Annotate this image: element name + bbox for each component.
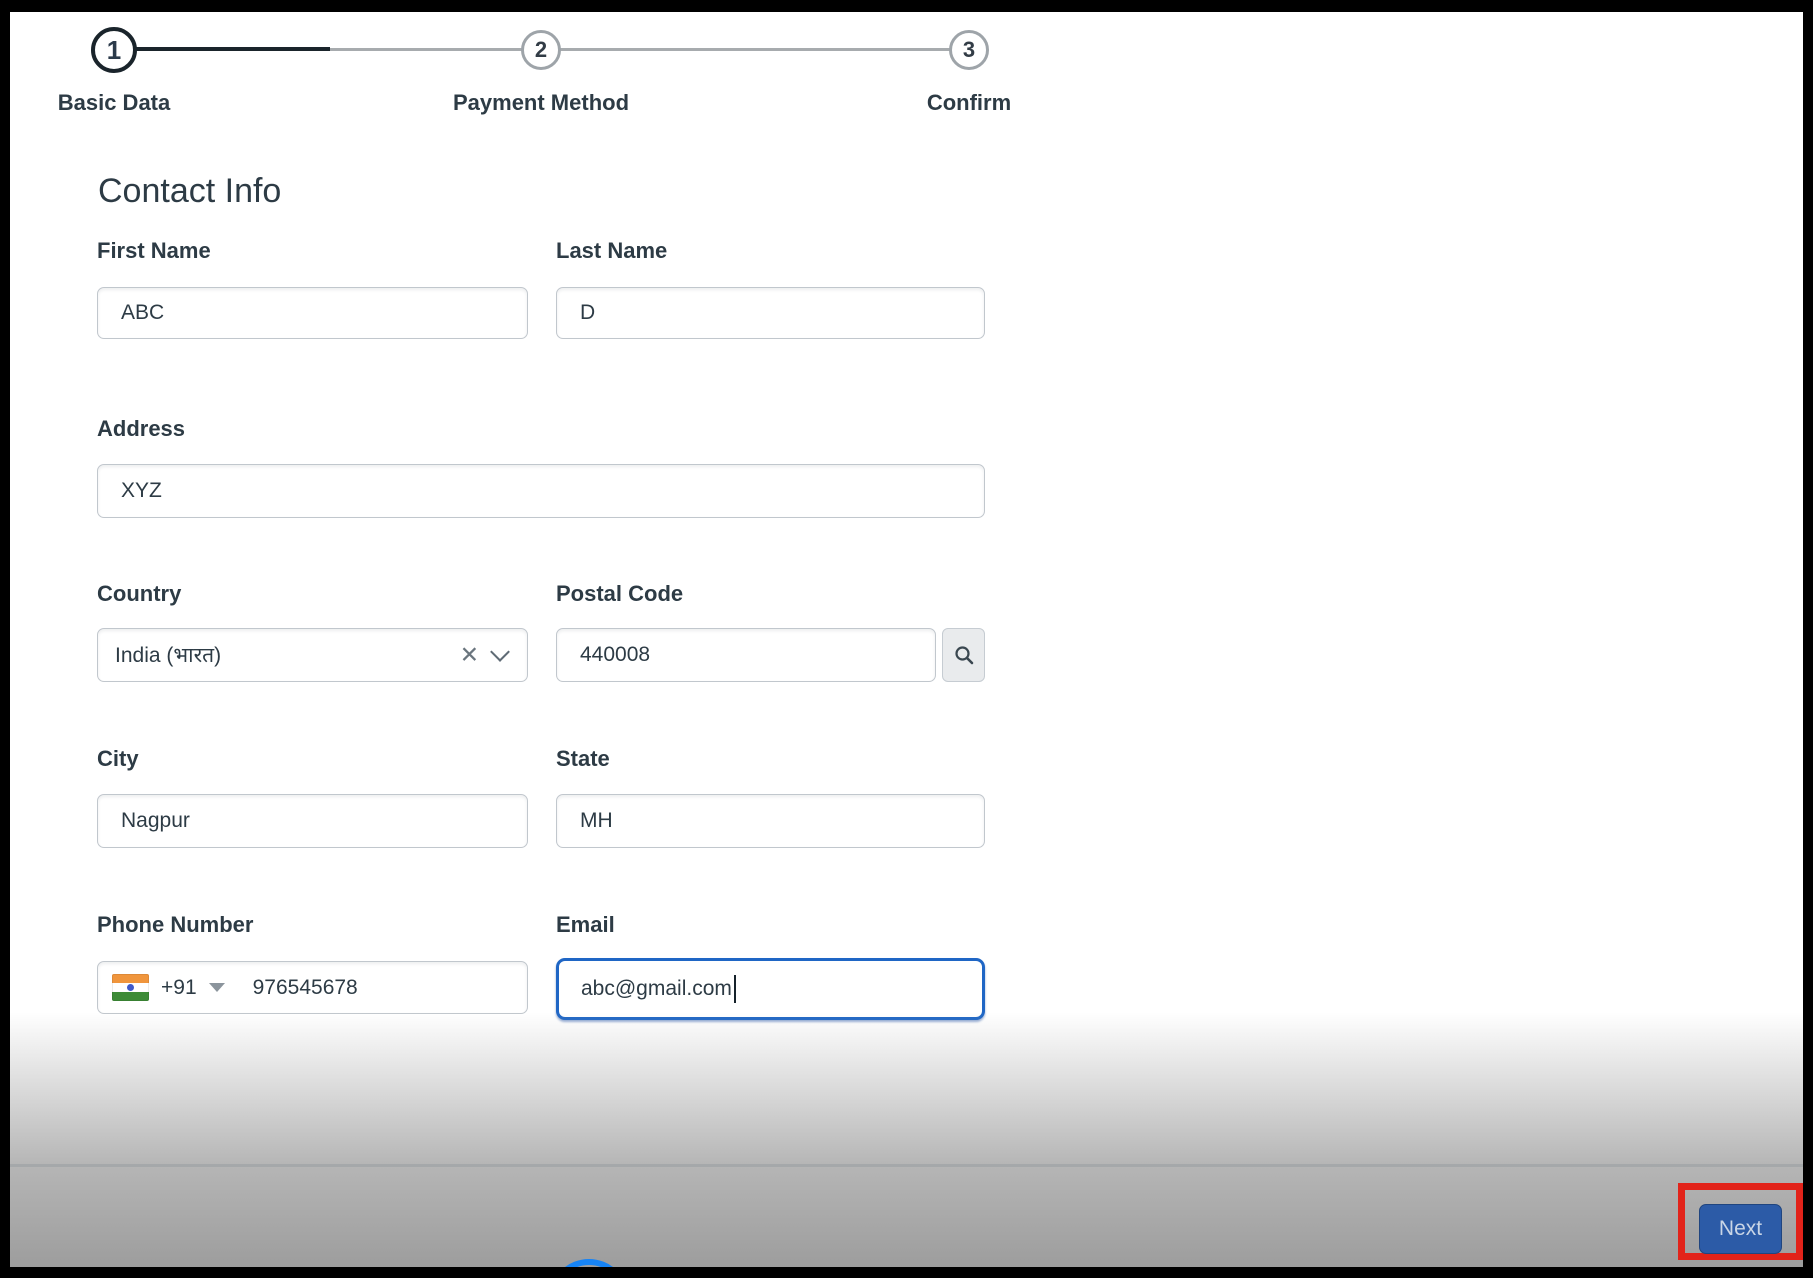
- step-2-label: Payment Method: [452, 90, 630, 115]
- phone-number-label: Phone Number: [97, 912, 254, 937]
- first-name-label: First Name: [97, 238, 211, 263]
- email-value: abc@gmail.com: [581, 977, 732, 1000]
- step-3-circle[interactable]: 3: [949, 30, 989, 70]
- next-button[interactable]: Next: [1699, 1204, 1782, 1254]
- search-icon: [953, 644, 975, 666]
- step-3-label: Confirm: [926, 90, 1012, 115]
- app-window: 1 2 3 Basic Data Payment Method Confirm …: [10, 12, 1803, 1267]
- step-2-number: 2: [534, 37, 548, 62]
- red-highlight-box: Next: [1678, 1183, 1803, 1260]
- state-label: State: [556, 746, 610, 771]
- dial-code[interactable]: +91: [161, 976, 197, 1000]
- address-field[interactable]: [97, 464, 985, 518]
- phone-number-value: 976545678: [252, 975, 358, 999]
- step-3-number: 3: [962, 37, 976, 62]
- country-value: India (भारत): [115, 644, 222, 667]
- text-cursor: [733, 975, 736, 1003]
- step-1-number: 1: [106, 34, 122, 65]
- country-label: Country: [97, 581, 182, 606]
- city-label: City: [97, 746, 139, 771]
- first-name-field[interactable]: [97, 287, 528, 339]
- step-1-circle[interactable]: 1: [91, 27, 137, 73]
- country-select[interactable]: India (भारत) ✕: [97, 628, 528, 682]
- state-field[interactable]: [556, 794, 985, 848]
- page-title: Contact Info: [98, 172, 282, 210]
- india-flag-icon: [112, 974, 149, 1001]
- flag-chakra: [127, 984, 134, 991]
- email-field[interactable]: abc@gmail.com: [556, 958, 985, 1020]
- postal-code-search-button[interactable]: [942, 628, 985, 682]
- city-field[interactable]: [97, 794, 528, 848]
- last-name-field[interactable]: [556, 287, 985, 339]
- step-1-label: Basic Data: [57, 90, 171, 115]
- video-fade-overlay: [10, 1012, 1803, 1164]
- postal-code-label: Postal Code: [556, 581, 684, 606]
- email-label: Email: [556, 912, 615, 937]
- footer-bar: [10, 1164, 1803, 1267]
- dial-code-caret-down-icon[interactable]: [208, 983, 225, 992]
- chevron-down-icon[interactable]: [490, 642, 510, 662]
- address-label: Address: [97, 416, 186, 441]
- last-name-label: Last Name: [556, 238, 668, 263]
- stepper-progress: [114, 47, 330, 51]
- clear-x-icon[interactable]: ✕: [460, 643, 479, 667]
- phone-number-field[interactable]: +91 976545678: [97, 961, 528, 1014]
- step-2-circle[interactable]: 2: [521, 30, 561, 70]
- postal-code-field[interactable]: [556, 628, 936, 682]
